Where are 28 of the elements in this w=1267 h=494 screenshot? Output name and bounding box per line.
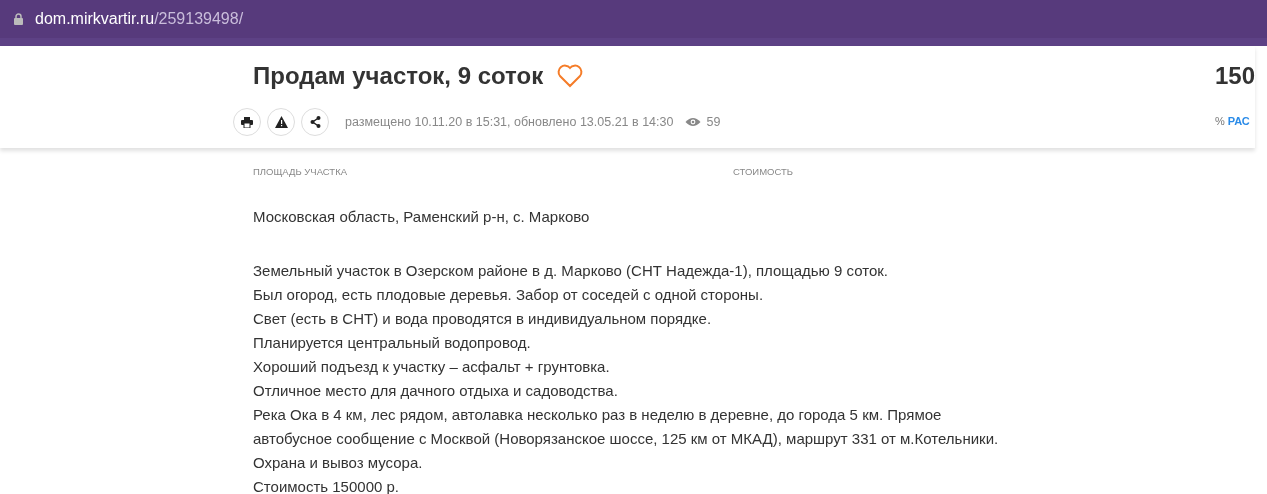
warning-button[interactable]	[267, 108, 295, 136]
eye-icon	[685, 117, 702, 127]
printer-icon	[241, 116, 253, 128]
lock-icon	[14, 13, 23, 25]
views-count: 59	[706, 115, 721, 129]
share-icon	[309, 116, 321, 128]
calc-link[interactable]: РАС	[1227, 115, 1250, 127]
share-button[interactable]	[301, 108, 329, 136]
description-line: Хороший подъезд к участку – асфальт + грунтовка.	[253, 357, 611, 377]
posted-date: размещено 10.11.20 в 15:31, обновлено 13.05.21 в 14:30	[345, 115, 674, 129]
print-button[interactable]	[233, 108, 261, 136]
description-line: Отличное место для дачного отдыха и садоводства.	[253, 381, 619, 401]
description-line: Свет (есть в СНТ) и вода проводятся в индивидуальном порядке.	[253, 309, 713, 329]
description-line: автобусное сообщение с Москвой (Новорязанское шоссе, 125 км от МКАД), маршрут 331 от м.Котельники.	[253, 429, 999, 449]
stat-label: СТОИМОСТЬ	[733, 166, 795, 177]
url-text[interactable]: dom.mirkvartir.ru/259139498/	[35, 10, 244, 28]
warning-icon	[274, 116, 288, 128]
price-text: 150	[1215, 62, 1256, 90]
description-line: Охрана и вывоз мусора.	[253, 453, 424, 473]
description-line: Земельный участок в Озерском районе в д. Марково (СНТ Надежда-1), площадью 9 соток.	[253, 261, 889, 281]
address-text: Московская область, Раменский р-н, с. Марково	[253, 207, 591, 227]
heart-icon[interactable]	[557, 64, 584, 88]
percent-sign: %	[1215, 115, 1225, 127]
description-line: Планируется центральный водопровод.	[253, 333, 532, 353]
listing-title: Продам участок, 9 соток	[253, 62, 544, 90]
description-line: Река Ока в 4 км, лес рядом, автолавка несколько раз в неделю в деревне, до города 5 км. Прямое	[253, 405, 943, 425]
stat-label: ПЛОЩАДЬ УЧАСТКА	[253, 166, 349, 177]
description-line: Был огород, есть плодовые деревья. Забор от соседей с одной стороны.	[253, 285, 765, 305]
